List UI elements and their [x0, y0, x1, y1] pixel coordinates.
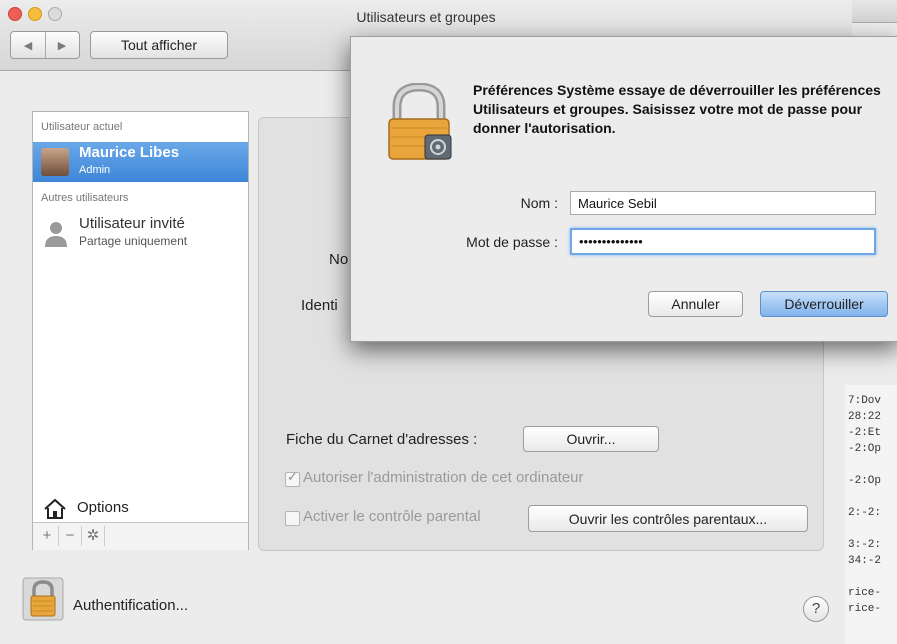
identity-label-partial: Identi	[301, 297, 338, 314]
name-label-partial: No	[329, 251, 349, 268]
name-field[interactable]	[570, 191, 876, 215]
show-all-button[interactable]: Tout afficher	[90, 31, 228, 59]
current-user-name: Maurice Libes	[79, 144, 180, 161]
open-address-card-button[interactable]: Ouvrir...	[523, 426, 659, 452]
terminal-line: 28:22	[848, 411, 882, 423]
terminal-line: rice-	[848, 587, 882, 599]
sidebar-toolbar: + − ✲	[33, 522, 248, 550]
lock-icon	[388, 83, 452, 160]
parental-control-label: Activer le contrôle parental	[303, 508, 481, 525]
terminal-line: 34:-2	[848, 555, 882, 567]
name-field-label: Nom :	[520, 195, 558, 211]
forward-button[interactable]: ▶	[45, 32, 79, 58]
dialog-message: Préférences Système essaye de déverrouil…	[473, 82, 881, 136]
home-icon	[44, 498, 66, 519]
sidebar-item-current-user[interactable]: Maurice Libes Admin	[33, 142, 248, 182]
background-title-bar	[852, 0, 897, 23]
unlock-button[interactable]: Déverrouiller	[760, 291, 888, 317]
lock-icon[interactable]	[22, 577, 64, 621]
options-button[interactable]: Options	[33, 496, 248, 522]
guest-user-icon	[45, 222, 67, 247]
password-field[interactable]	[570, 228, 876, 255]
other-users-heading: Autres utilisateurs	[41, 192, 129, 204]
gear-icon: ✲	[86, 527, 100, 544]
terminal-line: -2:Op	[848, 443, 882, 455]
authentication-label: Authentification...	[73, 597, 189, 614]
action-menu-button[interactable]: ✲	[82, 526, 105, 546]
current-user-heading: Utilisateur actuel	[41, 121, 123, 133]
guest-user-subtitle: Partage uniquement	[79, 234, 188, 248]
users-sidebar: Utilisateur actuel Maurice Libes Admin A…	[32, 111, 249, 550]
terminal-line: -2:Op	[848, 475, 882, 487]
back-arrow-icon: ◀	[23, 39, 33, 52]
authentication-dialog: Préférences Système essaye de déverrouil…	[350, 36, 897, 342]
terminal-line: -2:Et	[848, 427, 882, 439]
back-forward-control: ◀ ▶	[10, 31, 80, 59]
terminal-line: 3:-2:	[848, 539, 882, 551]
terminal-output: 7:Dov 28:22 -2:Et -2:Op -2:Op 2:-2: 3:-2…	[845, 385, 897, 644]
open-parental-controls-button[interactable]: Ouvrir les contrôles parentaux...	[528, 505, 808, 532]
avatar	[41, 148, 69, 176]
terminal-line: rice-	[848, 603, 882, 615]
window-title: Utilisateurs et groupes	[356, 9, 496, 25]
guest-user-name: Utilisateur invité	[79, 215, 185, 232]
address-card-label: Fiche du Carnet d'adresses :	[286, 431, 478, 448]
current-user-role: Admin	[79, 164, 111, 176]
terminal-line: 2:-2:	[848, 507, 882, 519]
help-button[interactable]: ?	[803, 596, 829, 622]
parental-control-checkbox[interactable]	[285, 511, 300, 526]
password-field-label: Mot de passe :	[466, 234, 558, 250]
forward-arrow-icon: ▶	[57, 39, 67, 52]
checkmark-icon: ✓	[287, 469, 298, 484]
add-user-button[interactable]: +	[36, 526, 59, 546]
back-button[interactable]: ◀	[11, 32, 46, 58]
cancel-button[interactable]: Annuler	[648, 291, 743, 317]
terminal-line: 7:Dov	[848, 395, 882, 407]
options-label: Options	[77, 499, 129, 516]
remove-user-button[interactable]: −	[59, 526, 82, 546]
allow-admin-checkbox[interactable]: ✓	[285, 469, 300, 487]
allow-admin-label: Autoriser l'administration de cet ordina…	[303, 469, 584, 486]
